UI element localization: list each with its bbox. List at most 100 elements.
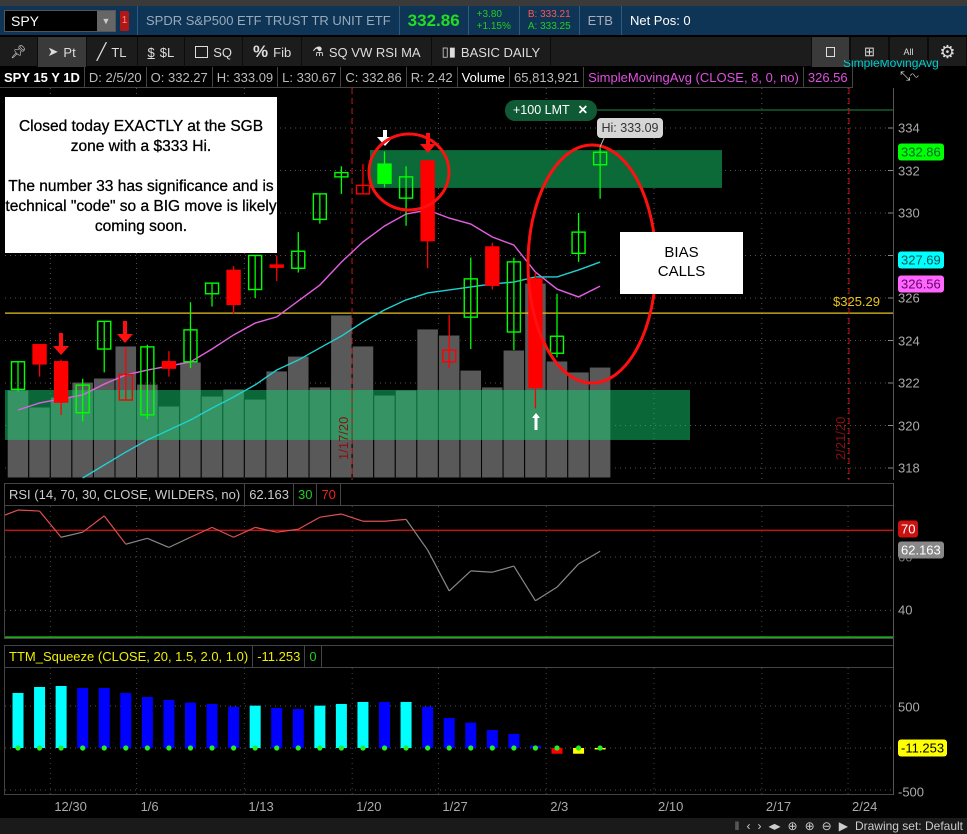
squeeze-tick-500: 500	[898, 699, 920, 715]
squeeze-bar	[98, 688, 110, 748]
auto-scale-icon[interactable]: ⤡∿	[900, 68, 918, 84]
squeeze-title[interactable]: TTM_Squeeze (CLOSE, 20, 1.5, 2.0, 1.0)	[5, 646, 254, 667]
dollar-line-icon: $	[147, 44, 155, 60]
scroll-handle-icon[interactable]: ‖	[735, 819, 740, 833]
candle-body	[161, 361, 177, 369]
candle-body	[291, 250, 306, 269]
expand-icon[interactable]: ◂▸	[768, 819, 780, 833]
study-set-label: SQ VW RSI MA	[328, 44, 421, 60]
squeeze-plot[interactable]	[5, 668, 893, 794]
zoom-out-icon[interactable]: ⊖	[822, 819, 832, 833]
time-axis[interactable]: 12/30 1/6 1/13 1/20 1/27 2/3 2/10 2/17 2/24	[0, 795, 967, 817]
rsi-title[interactable]: RSI (14, 70, 30, CLOSE, WILDERS, no)	[5, 484, 246, 505]
rsi-value-tag: 62.163	[898, 541, 944, 559]
candle-body	[269, 264, 284, 268]
price-tick-label: 324	[898, 333, 920, 348]
chart-style-button[interactable]: ▯▮ BASIC DAILY	[432, 37, 552, 67]
date-tick-label: 1/20	[356, 799, 382, 814]
squeeze-dot	[338, 745, 344, 751]
squeeze-bar	[12, 692, 24, 748]
trendline-tool-button[interactable]: ╱ TL	[87, 37, 138, 67]
rsi-segment	[341, 513, 364, 522]
candle-body	[506, 261, 522, 333]
squeeze-dot	[274, 745, 280, 751]
candle-body	[140, 346, 155, 416]
squeeze-dot	[209, 745, 215, 751]
candle-body	[377, 163, 392, 184]
candle-body	[334, 171, 349, 178]
squeeze-dot	[575, 745, 582, 751]
squeeze-bar	[141, 696, 153, 748]
price-tick-label: 330	[898, 205, 920, 221]
zoom-in-icon[interactable]: ⊕	[805, 819, 815, 833]
date-tick-label: 1/6	[140, 799, 159, 814]
horizontal-scrollbar[interactable]: ‖ ‹ › ◂▸ ⊕ ⊕ ⊖ ▶ Drawing set: Default	[0, 818, 967, 834]
high-bubble: Hi: 333.09	[597, 118, 663, 138]
rsi-segment	[297, 516, 321, 530]
candlestick-icon: ▯▮	[441, 44, 456, 59]
bid-price: B: 333.21	[527, 8, 571, 20]
price-level-tool-button[interactable]: $ $L	[138, 37, 186, 67]
note-line-1: Closed today EXACTLY at the SGB zone wit…	[18, 118, 264, 155]
pointer-label: Pt	[63, 44, 76, 60]
fibonacci-tool-button[interactable]: % Fib	[243, 37, 303, 67]
rsi-segment	[39, 510, 62, 538]
symbol-value: SPY	[11, 12, 40, 29]
grid-icon: ⊞	[864, 44, 875, 59]
play-icon[interactable]: ▶	[839, 819, 848, 833]
cancel-order-icon[interactable]: ✕	[578, 103, 588, 117]
price-tick-label: 318	[898, 460, 920, 476]
cursor-icon: ➤	[47, 44, 59, 59]
symbol-input[interactable]: SPY ▼	[4, 9, 116, 32]
date-tick-label: 1/13	[248, 799, 274, 814]
squeeze-dot	[554, 745, 560, 751]
chevron-down-icon[interactable]: ▼	[97, 10, 115, 31]
scroll-right-icon[interactable]: ›	[757, 819, 761, 833]
net-change: +3.80	[476, 8, 502, 20]
scroll-left-icon[interactable]: ‹	[746, 819, 750, 833]
last-price: 332.86	[407, 10, 460, 30]
squeeze-dot	[144, 745, 150, 751]
alert-badge[interactable]: 1	[120, 10, 129, 31]
squeeze-bar	[422, 706, 434, 748]
date-tick-label: 1/27	[442, 799, 468, 814]
pointer-tool-button[interactable]: ➤ Pt	[37, 37, 87, 67]
date-marker-label: 2/21/20	[833, 417, 848, 460]
squeeze-bar	[443, 718, 455, 748]
candle-body	[312, 193, 328, 221]
working-order-pill[interactable]: +100 LMT ✕	[505, 100, 597, 121]
rsi-segment	[492, 565, 515, 573]
squeeze-bar	[34, 686, 46, 748]
squeeze-dot	[403, 745, 409, 751]
date-tick-label: 2/24	[852, 799, 878, 814]
square-icon	[195, 46, 209, 58]
squeeze-dot	[381, 745, 388, 751]
gear-icon: ⚙	[939, 41, 956, 62]
trendline-label: TL	[111, 44, 127, 60]
rsi-plot[interactable]	[5, 506, 893, 638]
squeeze-dot	[425, 745, 431, 751]
squeeze-bar	[206, 703, 218, 748]
red-down-arrow-icon	[53, 346, 69, 355]
squeeze-dot	[101, 745, 107, 751]
crosshair-icon[interactable]: ⊕	[788, 819, 798, 833]
square-label: SQ	[213, 44, 233, 60]
candle-body	[355, 184, 371, 195]
squeeze-dot	[80, 745, 86, 751]
pin-button[interactable]: 📌︎	[0, 37, 38, 67]
squeeze-bar	[271, 708, 283, 748]
rsi-value: 62.163	[245, 484, 294, 505]
sma-label[interactable]: SimpleMovingAvg (CLOSE, 8, 0, no)	[584, 67, 804, 88]
squeeze-bar	[379, 701, 391, 748]
price-tick-label: 326	[898, 290, 920, 306]
bar-date: D: 2/5/20	[84, 67, 147, 88]
rsi-segment	[470, 570, 493, 573]
squeeze-dot	[231, 745, 237, 751]
squeeze-dot	[187, 745, 194, 751]
percent-icon: %	[253, 42, 269, 61]
drawing-set-label[interactable]: Drawing set: Default	[855, 819, 963, 833]
square-tool-button[interactable]: SQ	[185, 37, 244, 67]
studies-button[interactable]: ⚗ SQ VW RSI MA	[302, 37, 432, 67]
rsi-segment	[384, 518, 407, 522]
candle-body	[398, 176, 414, 199]
